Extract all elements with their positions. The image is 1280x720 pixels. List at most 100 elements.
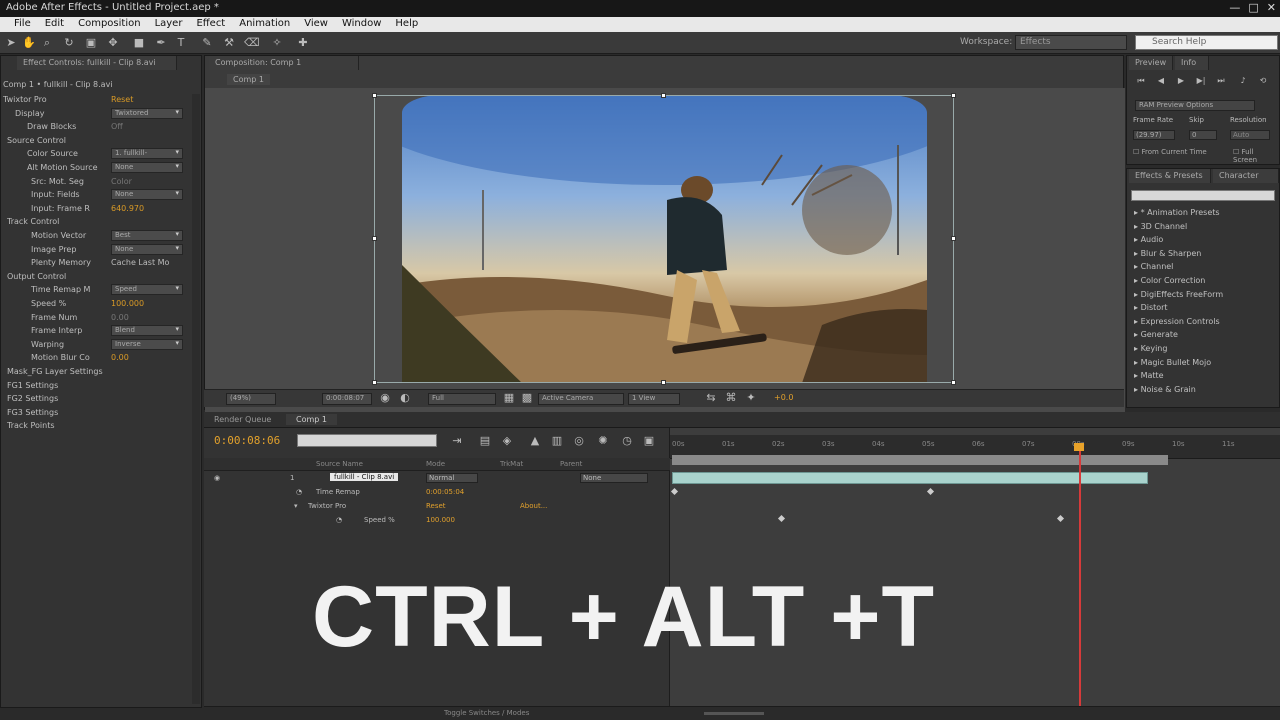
workspace-select[interactable]: Effects <box>1015 35 1127 50</box>
effect-property-row[interactable]: Display Twixtored <box>1 107 191 121</box>
comp-subtab[interactable]: Comp 1 <box>227 74 270 85</box>
effect-property-value[interactable]: Off <box>111 122 123 131</box>
minimize-icon[interactable]: — <box>1229 1 1240 14</box>
layer-mode-dropdown[interactable]: Normal <box>426 473 478 483</box>
effect-property-row[interactable]: FG1 Settings <box>1 380 191 393</box>
timeline-zoom-slider[interactable] <box>704 712 764 715</box>
menu-help[interactable]: Help <box>395 18 418 31</box>
expand-arrow-icon[interactable]: ▾ <box>294 502 298 510</box>
pen-tool-icon[interactable]: ✒ <box>154 36 168 50</box>
brush-tool-icon[interactable]: ✎ <box>200 36 214 50</box>
search-help-input[interactable]: Search Help <box>1135 35 1278 50</box>
effect-property-row[interactable]: Mask_FG Layer Settings <box>1 366 191 379</box>
transform-handle[interactable] <box>661 93 666 98</box>
effects-category-item[interactable]: ▸ Keying <box>1134 344 1167 353</box>
effects-category-item[interactable]: ▸ Generate <box>1134 330 1178 339</box>
effect-property-dropdown[interactable]: Speed <box>111 284 183 296</box>
next-frame-icon[interactable]: ▶| <box>1194 76 1208 86</box>
effect-property-row[interactable]: Input: Frame R 640.970 <box>1 203 191 216</box>
current-time-display[interactable]: 0:00:08:06 <box>214 434 280 447</box>
text-tool-icon[interactable]: T <box>174 36 188 50</box>
transform-handle[interactable] <box>951 93 956 98</box>
effect-property-dropdown[interactable]: None <box>111 189 183 201</box>
close-icon[interactable]: ✕ <box>1267 1 1276 14</box>
effect-property-row[interactable]: Output Control <box>1 271 191 284</box>
mask-tool-icon[interactable]: ■ <box>132 36 146 50</box>
camera-dropdown[interactable]: Active Camera <box>538 393 624 405</box>
effect-property-row[interactable]: Time Remap M Speed <box>1 284 191 297</box>
tab-composition[interactable]: Composition: Comp 1 <box>209 56 359 70</box>
transform-handle[interactable] <box>372 380 377 385</box>
effect-property-row[interactable]: Input: Fields None <box>1 189 191 202</box>
effect-property-value[interactable]: 640.970 <box>111 204 144 213</box>
transform-handle[interactable] <box>951 236 956 241</box>
menu-effect[interactable]: Effect <box>196 18 225 31</box>
timeline-graph-area[interactable] <box>670 428 1280 708</box>
ram-preview-options[interactable]: RAM Preview Options <box>1135 100 1255 111</box>
effect-property-dropdown[interactable]: None <box>111 243 183 255</box>
zoom-dropdown[interactable]: (49%) <box>226 393 276 405</box>
viewer-timecode[interactable]: 0:00:08:07 <box>322 393 372 405</box>
tab-comp-1[interactable]: Comp 1 <box>286 414 337 425</box>
effects-category-item[interactable]: ▸ Expression Controls <box>1134 317 1220 326</box>
eraser-tool-icon[interactable]: ⌫ <box>244 36 260 50</box>
effects-category-item[interactable]: ▸ Matte <box>1134 371 1164 380</box>
auto-keyframe-icon[interactable]: ▣ <box>642 434 656 448</box>
current-time-indicator-head[interactable] <box>1074 443 1084 451</box>
graph-editor-icon[interactable]: ◷ <box>620 434 634 448</box>
transform-handle[interactable] <box>661 380 666 385</box>
menu-view[interactable]: View <box>304 18 328 31</box>
zoom-tool-icon[interactable]: ⌕ <box>40 36 54 50</box>
comp-mini-flowchart-icon[interactable]: ⇥ <box>450 434 464 448</box>
effects-category-item[interactable]: ▸ 3D Channel <box>1134 222 1187 231</box>
resolution-select[interactable]: Auto <box>1230 130 1270 140</box>
effect-property-row[interactable]: Twixtor Pro Reset <box>1 94 191 107</box>
effect-property-value[interactable]: Reset <box>111 95 133 104</box>
effect-property-dropdown[interactable]: Twixtored <box>111 107 183 119</box>
clone-stamp-tool-icon[interactable]: ⚒ <box>222 36 236 50</box>
motion-blur-icon[interactable]: ◎ <box>572 434 586 448</box>
menu-edit[interactable]: Edit <box>45 18 64 31</box>
rotate-tool-icon[interactable]: ↻ <box>62 36 76 50</box>
toggle-switches-modes-button[interactable]: Toggle Switches / Modes <box>444 709 529 717</box>
exposure-icon[interactable]: ✦ <box>744 391 758 405</box>
show-channel-icon[interactable]: ◐ <box>398 391 412 405</box>
layer-name[interactable]: fullkill - Clip 8.avi <box>330 473 399 481</box>
transform-handle[interactable] <box>372 93 377 98</box>
transparency-grid-icon[interactable]: ▩ <box>520 391 534 405</box>
effects-category-item[interactable]: ▸ * Animation Presets <box>1134 208 1220 217</box>
live-update-icon[interactable]: ▤ <box>478 434 492 448</box>
selection-tool-icon[interactable]: ➤ <box>4 36 18 50</box>
skip-select[interactable]: 0 <box>1189 130 1217 140</box>
col-mode[interactable]: Mode <box>426 460 445 468</box>
effect-property-dropdown[interactable]: Inverse <box>111 338 183 350</box>
snapshot-icon[interactable]: ◉ <box>378 391 392 405</box>
effect-reset-link[interactable]: Reset <box>426 502 446 510</box>
loop-icon[interactable]: ⟲ <box>1256 76 1270 86</box>
exposure-value[interactable]: +0.0 <box>774 393 793 402</box>
effect-property-dropdown[interactable]: 1. fullkill- <box>111 148 183 160</box>
layer-parent-dropdown[interactable]: None <box>580 473 648 483</box>
tab-effects-presets[interactable]: Effects & Presets <box>1129 169 1211 183</box>
layer-duration-bar[interactable] <box>672 472 1148 484</box>
effect-property-row[interactable]: Source Control <box>1 135 191 148</box>
property-value[interactable]: 0:00:05:04 <box>426 488 464 496</box>
effects-category-item[interactable]: ▸ Noise & Grain <box>1134 385 1196 394</box>
property-value[interactable]: 100.000 <box>426 516 455 524</box>
view-layout-dropdown[interactable]: 1 View <box>628 393 680 405</box>
col-trkmat[interactable]: TrkMat <box>500 460 523 468</box>
draft-3d-icon[interactable]: ◈ <box>500 434 514 448</box>
menu-window[interactable]: Window <box>342 18 381 31</box>
layer-row-1[interactable]: ◉ 1 fullkill - Clip 8.avi Normal None <box>204 472 670 485</box>
resolution-dropdown[interactable]: Full <box>428 393 496 405</box>
effect-property-value[interactable]: 0.00 <box>111 313 129 322</box>
from-current-time-checkbox[interactable]: ☐ From Current Time <box>1133 148 1207 156</box>
col-source-name[interactable]: Source Name <box>316 460 363 468</box>
stopwatch-icon[interactable]: ◔ <box>296 488 302 496</box>
first-frame-icon[interactable]: ⏮ <box>1134 76 1148 86</box>
effects-category-item[interactable]: ▸ Color Correction <box>1134 276 1205 285</box>
effect-property-dropdown[interactable]: None <box>111 162 183 173</box>
flowchart-icon[interactable]: ⌘ <box>724 391 738 405</box>
effect-about-link[interactable]: About... <box>520 502 547 510</box>
effect-property-row[interactable]: Warping Inverse <box>1 338 191 352</box>
